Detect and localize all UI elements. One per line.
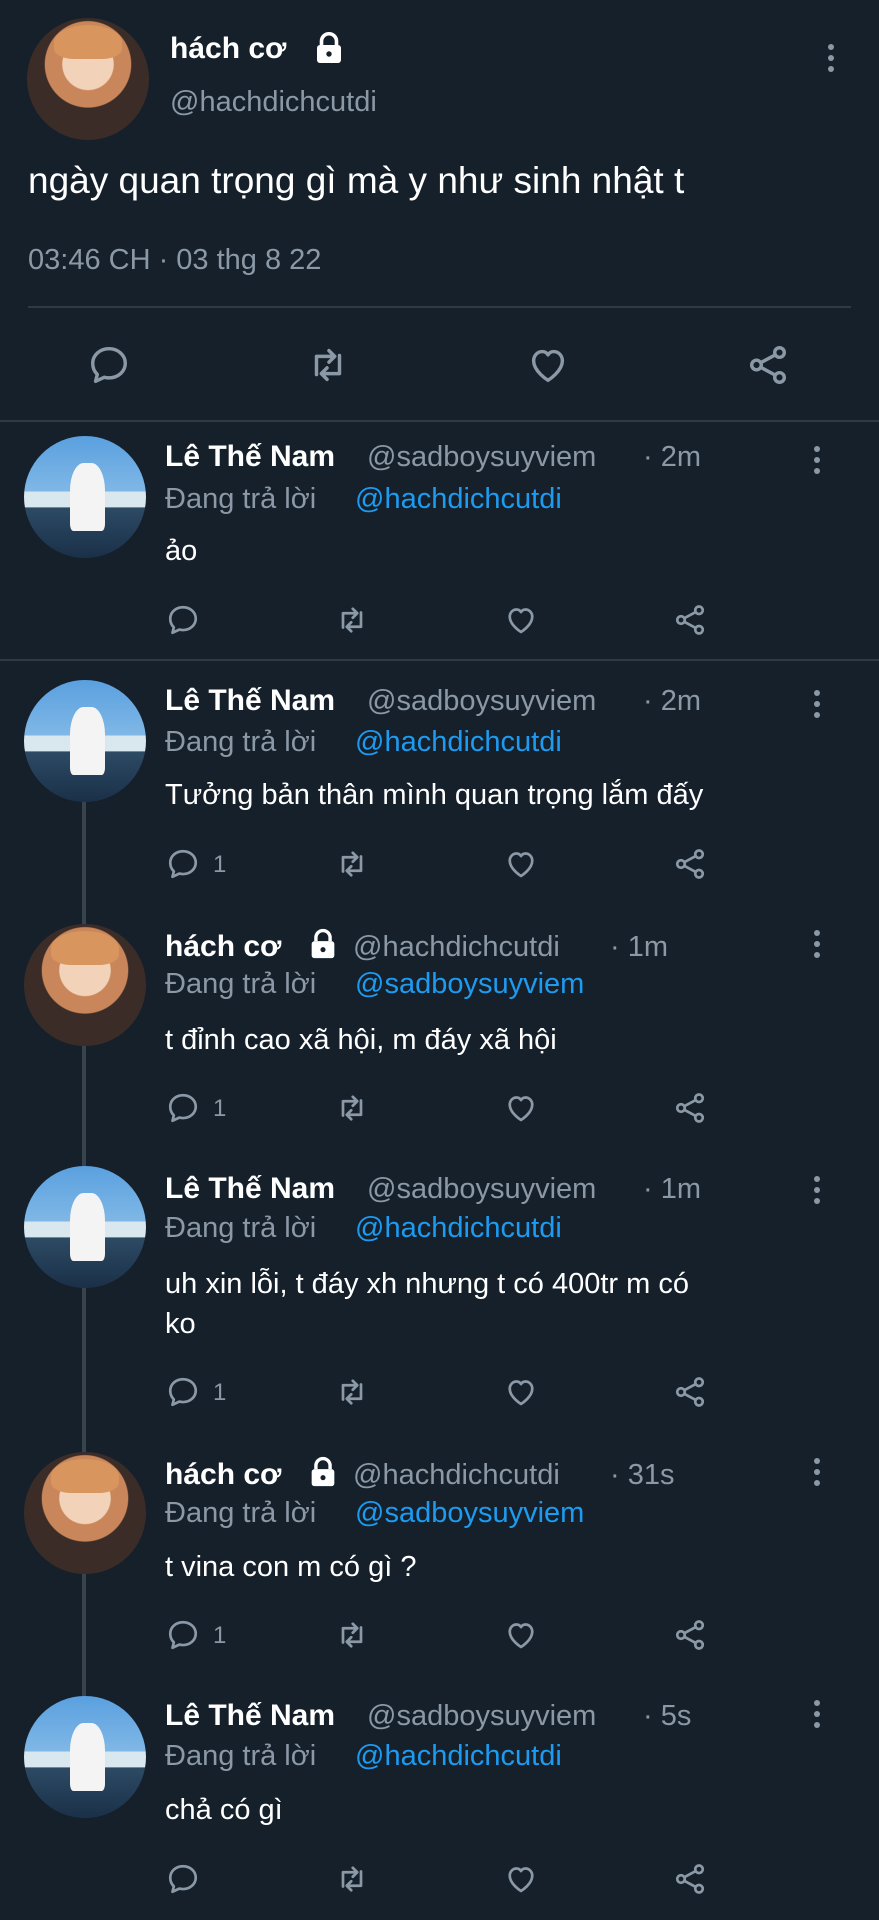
replying-prefix: Đang trả lời: [165, 483, 317, 515]
tweet-text: Tưởng bản thân mình quan trọng lắm đấy: [165, 779, 704, 811]
lock-icon: [306, 1455, 340, 1489]
heart-icon[interactable]: [503, 1861, 539, 1897]
avatar[interactable]: [24, 680, 146, 802]
replying-to-link[interactable]: @hachdichcutdi: [355, 726, 562, 759]
thread-line: [82, 1280, 86, 1455]
reply-icon[interactable]: [165, 1090, 201, 1126]
replying-to-link[interactable]: @hachdichcutdi: [355, 1212, 562, 1245]
heart-icon[interactable]: [503, 846, 539, 882]
share-icon[interactable]: [672, 1617, 708, 1653]
retweet-icon[interactable]: [334, 1861, 370, 1897]
more-vertical-icon[interactable]: [812, 1700, 822, 1736]
heart-icon[interactable]: [503, 1090, 539, 1126]
replying-to-link[interactable]: @sadboysuyviem: [355, 968, 584, 1001]
author-name[interactable]: Lê Thế Nam: [165, 1699, 335, 1733]
tweet-text: chả có gì: [165, 1794, 283, 1826]
lock-icon: [311, 30, 347, 66]
author-name[interactable]: hách cơ: [165, 930, 281, 964]
replying-to-link[interactable]: @hachdichcutdi: [355, 483, 562, 516]
tweet-text: t đỉnh cao xã hội, m đáy xã hội: [165, 1024, 557, 1056]
tweet-time: · 31s: [610, 1459, 675, 1491]
replying-prefix: Đang trả lời: [165, 1497, 317, 1529]
reply-count: 1: [213, 1379, 227, 1406]
more-vertical-icon[interactable]: [812, 930, 822, 966]
reply-icon[interactable]: [165, 602, 201, 638]
author-name[interactable]: hách cơ: [165, 1458, 281, 1492]
author-handle[interactable]: @sadboysuyviem: [367, 441, 596, 474]
reply-count: 1: [213, 1622, 227, 1649]
author-handle[interactable]: @hachdichcutdi: [170, 86, 377, 119]
author-name[interactable]: Lê Thế Nam: [165, 1172, 335, 1206]
share-icon[interactable]: [672, 846, 708, 882]
retweet-icon[interactable]: [334, 846, 370, 882]
author-name[interactable]: Lê Thế Nam: [165, 440, 335, 474]
thread-line: [82, 790, 86, 930]
share-icon[interactable]: [672, 1861, 708, 1897]
reply-count: 1: [213, 1095, 227, 1122]
tweet-time: · 1m: [610, 931, 668, 963]
replying-prefix: Đang trả lời: [165, 726, 317, 758]
retweet-icon[interactable]: [334, 602, 370, 638]
divider: [0, 659, 879, 661]
divider: [28, 306, 851, 308]
replying-prefix: Đang trả lời: [165, 1740, 317, 1772]
tweet-text: uh xin lỗi, t đáy xh nhưng t có 400tr m …: [165, 1264, 689, 1344]
more-vertical-icon[interactable]: [812, 690, 822, 726]
reply-icon[interactable]: [86, 342, 132, 388]
reply-count: 1: [213, 851, 227, 878]
divider: [0, 420, 879, 422]
heart-icon[interactable]: [503, 602, 539, 638]
tweet-time: · 1m: [643, 1173, 701, 1205]
tweet-text: ảo: [165, 535, 198, 567]
reply-icon[interactable]: [165, 1617, 201, 1653]
thread-line: [82, 1566, 86, 1706]
retweet-icon[interactable]: [334, 1090, 370, 1126]
more-vertical-icon[interactable]: [826, 44, 836, 80]
tweet-text-line: uh xin lỗi, t đáy xh nhưng t có 400tr m …: [165, 1268, 689, 1300]
tweet-text: t vina con m có gì ?: [165, 1551, 417, 1583]
author-name[interactable]: Lê Thế Nam: [165, 684, 335, 718]
retweet-icon[interactable]: [305, 342, 351, 388]
avatar[interactable]: [24, 924, 146, 1046]
reply-icon[interactable]: [165, 1861, 201, 1897]
tweet-time: · 5s: [643, 1700, 692, 1732]
retweet-icon[interactable]: [334, 1617, 370, 1653]
author-handle[interactable]: @sadboysuyviem: [367, 1173, 596, 1206]
heart-icon[interactable]: [503, 1617, 539, 1653]
author-handle[interactable]: @hachdichcutdi: [353, 931, 560, 964]
author-handle[interactable]: @sadboysuyviem: [367, 685, 596, 718]
share-icon[interactable]: [672, 1090, 708, 1126]
more-vertical-icon[interactable]: [812, 1458, 822, 1494]
replying-to-link[interactable]: @hachdichcutdi: [355, 1740, 562, 1773]
avatar[interactable]: [24, 1452, 146, 1574]
reply-icon[interactable]: [165, 846, 201, 882]
heart-icon[interactable]: [503, 1374, 539, 1410]
more-vertical-icon[interactable]: [812, 446, 822, 482]
replying-to-link[interactable]: @sadboysuyviem: [355, 1497, 584, 1530]
retweet-icon[interactable]: [334, 1374, 370, 1410]
timestamp: 03:46 CH · 03 thg 8 22: [28, 244, 322, 276]
avatar[interactable]: [24, 1166, 146, 1288]
author-handle[interactable]: @hachdichcutdi: [353, 1459, 560, 1492]
replying-prefix: Đang trả lời: [165, 1212, 317, 1244]
tweet-time: · 2m: [643, 441, 701, 473]
avatar[interactable]: [27, 18, 149, 140]
author-name[interactable]: hách cơ: [170, 32, 286, 66]
tweet-time: · 2m: [643, 685, 701, 717]
author-handle[interactable]: @sadboysuyviem: [367, 1700, 596, 1733]
share-icon[interactable]: [672, 1374, 708, 1410]
reply-icon[interactable]: [165, 1374, 201, 1410]
heart-icon[interactable]: [525, 342, 571, 388]
replying-prefix: Đang trả lời: [165, 968, 317, 1000]
more-vertical-icon[interactable]: [812, 1176, 822, 1212]
share-icon[interactable]: [672, 602, 708, 638]
share-icon[interactable]: [745, 342, 791, 388]
tweet-text: ngày quan trọng gì mà y như sinh nhật t: [28, 160, 685, 201]
avatar[interactable]: [24, 436, 146, 558]
lock-icon: [306, 927, 340, 961]
thread-line: [82, 1035, 86, 1175]
avatar[interactable]: [24, 1696, 146, 1818]
tweet-text-line: ko: [165, 1308, 196, 1340]
